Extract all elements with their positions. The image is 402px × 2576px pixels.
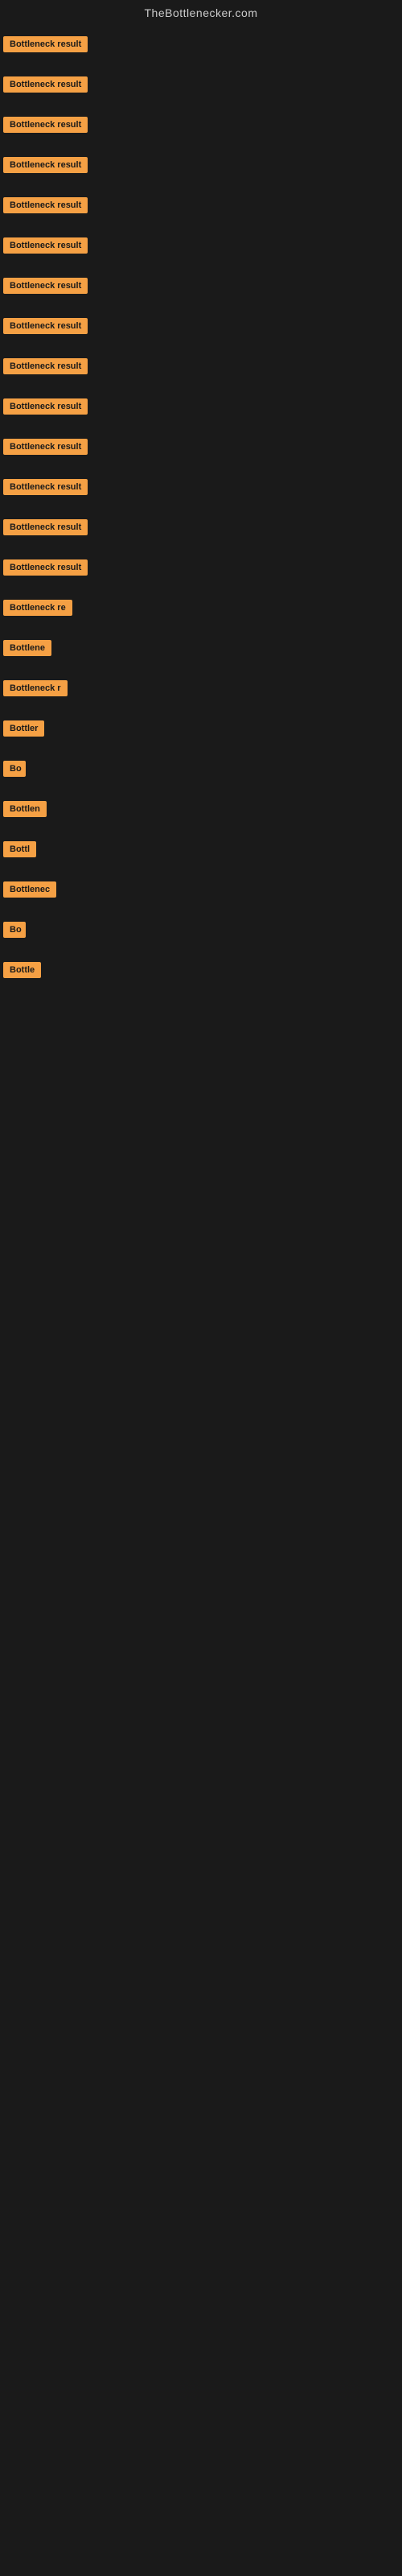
bottleneck-badge: Bottleneck result — [3, 117, 88, 133]
result-row: Bottleneck result — [3, 472, 402, 502]
result-row: Bottleneck result — [3, 109, 402, 140]
bottleneck-badge: Bottl — [3, 841, 36, 857]
result-row: Bo — [3, 914, 402, 945]
bottleneck-badge: Bottleneck result — [3, 559, 88, 576]
site-title: TheBottlenecker.com — [0, 0, 402, 29]
result-row: Bottleneck r — [3, 673, 402, 704]
result-row: Bottleneck result — [3, 431, 402, 462]
result-row: Bottleneck result — [3, 29, 402, 60]
result-row: Bo — [3, 753, 402, 784]
bottleneck-badge: Bottleneck r — [3, 680, 68, 696]
bottleneck-badge: Bottleneck result — [3, 157, 88, 173]
result-row: Bottleneck result — [3, 150, 402, 180]
badge-list: Bottleneck result Bottleneck result Bottle… — [0, 29, 402, 985]
bottleneck-badge: Bo — [3, 761, 26, 777]
bottleneck-badge: Bo — [3, 922, 26, 938]
bottleneck-badge: Bottlen — [3, 801, 47, 817]
bottleneck-badge: Bottle — [3, 962, 41, 978]
result-row: Bottle — [3, 955, 402, 985]
bottleneck-badge: Bottleneck result — [3, 479, 88, 495]
bottleneck-badge: Bottleneck result — [3, 278, 88, 294]
bottleneck-badge: Bottleneck result — [3, 439, 88, 455]
bottleneck-badge: Bottlene — [3, 640, 51, 656]
bottleneck-badge: Bottleneck result — [3, 398, 88, 415]
bottleneck-badge: Bottleneck result — [3, 358, 88, 374]
bottleneck-badge: Bottleneck result — [3, 76, 88, 93]
bottleneck-badge: Bottleneck result — [3, 237, 88, 254]
bottleneck-badge: Bottler — [3, 720, 44, 737]
result-row: Bottlene — [3, 633, 402, 663]
result-row: Bottlen — [3, 794, 402, 824]
bottleneck-badge: Bottleneck result — [3, 318, 88, 334]
result-row: Bottleneck re — [3, 592, 402, 623]
bottleneck-badge: Bottleneck result — [3, 36, 88, 52]
result-row: Bottler — [3, 713, 402, 744]
bottleneck-badge: Bottlenec — [3, 881, 56, 898]
result-row: Bottl — [3, 834, 402, 865]
result-row: Bottleneck result — [3, 270, 402, 301]
bottleneck-badge: Bottleneck result — [3, 197, 88, 213]
result-row: Bottleneck result — [3, 512, 402, 543]
bottleneck-badge: Bottleneck result — [3, 519, 88, 535]
site-title-bar: TheBottlenecker.com — [0, 0, 402, 29]
result-row: Bottleneck result — [3, 552, 402, 583]
result-row: Bottleneck result — [3, 391, 402, 422]
result-row: Bottleneck result — [3, 311, 402, 341]
bottleneck-badge: Bottleneck re — [3, 600, 72, 616]
result-row: Bottleneck result — [3, 351, 402, 382]
result-row: Bottleneck result — [3, 190, 402, 221]
result-row: Bottlenec — [3, 874, 402, 905]
result-row: Bottleneck result — [3, 230, 402, 261]
result-row: Bottleneck result — [3, 69, 402, 100]
